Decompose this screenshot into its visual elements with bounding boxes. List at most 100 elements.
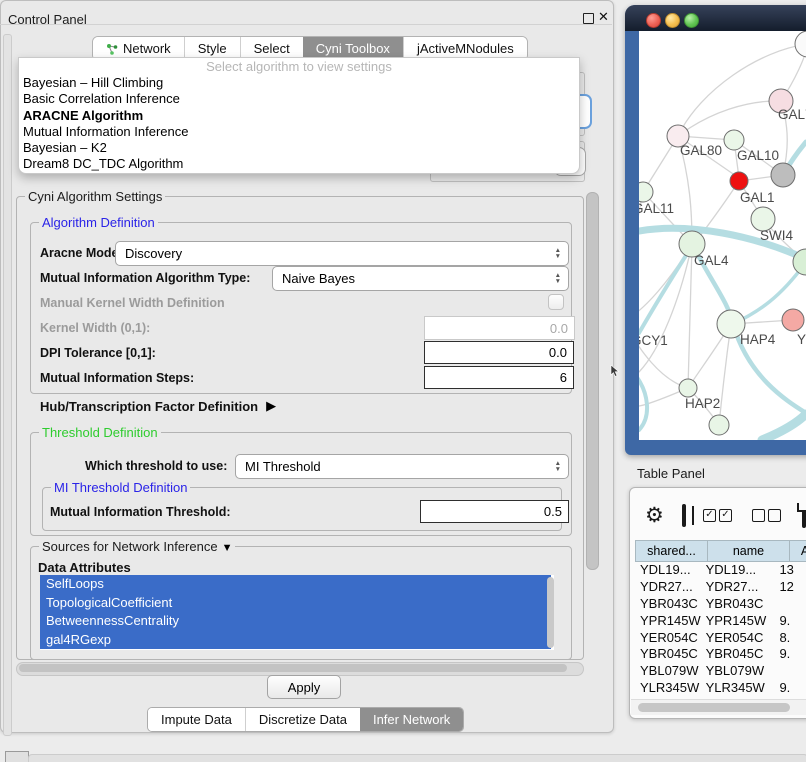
export-table-icon[interactable] [802, 503, 806, 528]
network-canvas[interactable]: GAL7GAL80GAL10GAL1GAL11SWI4GAL4GCY1HAP4Y… [639, 31, 806, 440]
attributes-scrollbar[interactable] [547, 577, 554, 648]
table-header-row: shared...nameA [635, 540, 806, 562]
table-cell: YER054C [701, 630, 775, 647]
minimized-panel-widget[interactable] [5, 751, 29, 762]
dpi-tolerance-field[interactable]: 0.0 [424, 341, 574, 364]
node-label-gal1: GAL1 [740, 190, 775, 205]
bottom-panel-strip [28, 754, 806, 762]
mi-steps-field[interactable]: 6 [424, 366, 574, 389]
column-header-name[interactable]: name [708, 540, 790, 562]
node-label-gal7: GAL7 [778, 107, 806, 122]
table-toolbar: ⚙ ✓ ✓ [629, 495, 806, 535]
close-window-icon[interactable]: ✕ [598, 9, 609, 25]
settings-hscrollbar-track[interactable] [16, 662, 584, 676]
which-threshold-label: Which threshold to use: [85, 459, 227, 473]
network-node[interactable] [639, 182, 653, 202]
table-row[interactable]: YPR145WYPR145W9. [635, 613, 806, 630]
dropdown-item-bayesian-hill-climbing[interactable]: Bayesian – Hill Climbing [19, 75, 579, 91]
table-row[interactable]: YER054CYER054C8. [635, 630, 806, 647]
table-cell: YBL079W [701, 663, 775, 680]
apply-button[interactable]: Apply [267, 675, 341, 699]
deselect-all-columns-icon[interactable] [752, 509, 784, 522]
checked-box-icon: ✓ [703, 509, 716, 522]
bottom-tab-infer-network[interactable]: Infer Network [360, 708, 463, 731]
attribute-item-betweennesscentrality[interactable]: BetweennessCentrality [40, 612, 551, 631]
bottom-tab-discretize-data[interactable]: Discretize Data [245, 708, 360, 731]
table-cell: YBR043C [635, 596, 701, 613]
table-cell: YBR043C [701, 596, 775, 613]
dropdown-item-dream8-dc-tdc-algorithm[interactable]: Dream8 DC_TDC Algorithm [19, 156, 579, 172]
table-cell: 12 [774, 579, 806, 596]
network-node[interactable] [679, 379, 697, 397]
aracne-mode-combobox[interactable]: Discovery ▲▼ [115, 241, 569, 266]
table-cell: YDL19... [635, 562, 701, 579]
float-window-icon[interactable] [583, 13, 594, 24]
hub-definition-toggle[interactable]: Hub/Transcription Factor Definition ▶ [40, 398, 276, 414]
dropdown-item-aracne-algorithm[interactable]: ARACNE Algorithm [19, 108, 579, 124]
select-all-columns-icon[interactable]: ✓ ✓ [703, 509, 735, 522]
mi-type-combobox[interactable]: Naive Bayes ▲▼ [272, 266, 569, 291]
attribute-item-gal4rgexp[interactable]: gal4RGexp [40, 631, 551, 650]
manual-kernel-checkbox[interactable] [548, 294, 564, 310]
algorithm-definition-title: Algorithm Definition [39, 215, 158, 230]
mac-close-button[interactable] [646, 13, 661, 28]
dropdown-item-mutual-information-inference[interactable]: Mutual Information Inference [19, 124, 579, 140]
mac-zoom-button[interactable] [684, 13, 699, 28]
settings-hscrollbar-thumb[interactable] [19, 664, 567, 672]
column-header-a[interactable]: A [790, 540, 806, 562]
cyni-settings-group-title: Cyni Algorithm Settings [25, 189, 165, 204]
node-label-gcy1: GCY1 [639, 333, 668, 348]
settings-vscrollbar-thumb[interactable] [586, 192, 599, 570]
attribute-item-topologicalcoefficient[interactable]: TopologicalCoefficient [40, 594, 551, 613]
network-node[interactable] [771, 163, 795, 187]
table-cell: YPR145W [701, 613, 775, 630]
kernel-width-label: Kernel Width (0,1): [40, 321, 150, 335]
table-cell: YDL19... [701, 562, 775, 579]
gear-icon[interactable]: ⚙ [645, 503, 664, 528]
table-cell: 9. [774, 613, 806, 630]
network-node[interactable] [730, 172, 748, 190]
table-row[interactable]: YBL079WYBL079W [635, 663, 806, 680]
node-label-gal80: GAL80 [680, 143, 722, 158]
algorithm-dropdown-popup: Select algorithm to view settings Bayesi… [18, 57, 580, 174]
table-hscrollbar-track[interactable] [631, 699, 806, 715]
mi-type-label: Mutual Information Algorithm Type: [40, 271, 250, 285]
algorithm-dropdown-placeholder: Select algorithm to view settings [19, 58, 579, 75]
data-attributes-list[interactable]: SelfLoopsTopologicalCoefficientBetweenne… [40, 575, 554, 650]
table-hscrollbar-thumb[interactable] [638, 703, 790, 712]
mac-minimize-button[interactable] [665, 13, 680, 28]
which-threshold-combobox[interactable]: MI Threshold ▲▼ [235, 454, 569, 479]
table-cell [774, 596, 806, 613]
table-row[interactable]: YBR043CYBR043C [635, 596, 806, 613]
mouse-cursor [610, 365, 620, 377]
network-node[interactable] [782, 309, 804, 331]
control-panel-title: Control Panel [8, 12, 87, 27]
table-cell: YDR27... [701, 579, 775, 596]
table-row[interactable]: YDR27...YDR27...12 [635, 579, 806, 596]
node-label-swi4: SWI4 [760, 228, 793, 243]
column-header-shared-[interactable]: shared... [635, 540, 708, 562]
table-row[interactable]: YDL19...YDL19...13 [635, 562, 806, 579]
attribute-item-selfloops[interactable]: SelfLoops [40, 575, 551, 594]
mi-threshold-field[interactable]: 0.5 [420, 500, 569, 523]
collapsed-arrow-icon: ▶ [266, 398, 276, 414]
attr-items: SelfLoopsTopologicalCoefficientBetweenne… [40, 575, 554, 649]
combo-stepper-icon: ▲▼ [555, 273, 561, 284]
node-label-gal11: GAL11 [639, 201, 674, 216]
table-row[interactable]: YBR045CYBR045C9. [635, 646, 806, 663]
table-cell: YBL079W [635, 663, 701, 680]
split-columns-icon[interactable] [682, 504, 686, 527]
bottom-tab-impute-data[interactable]: Impute Data [148, 708, 245, 731]
threshold-definition-title: Threshold Definition [39, 425, 161, 440]
network-node[interactable] [724, 130, 744, 150]
dropdown-item-bayesian-k2[interactable]: Bayesian – K2 [19, 140, 579, 156]
mi-steps-label: Mutual Information Steps: [40, 371, 194, 385]
table-row[interactable]: YLR345WYLR345W9. [635, 680, 806, 697]
table-panel-title: Table Panel [637, 466, 705, 481]
network-node[interactable] [709, 415, 729, 435]
network-node[interactable] [795, 31, 806, 57]
manual-kernel-label: Manual Kernel Width Definition [40, 296, 225, 310]
dropdown-item-basic-correlation-inference[interactable]: Basic Correlation Inference [19, 91, 579, 107]
checked-box-icon: ✓ [719, 509, 732, 522]
algorithm-dropdown-list: Bayesian – Hill ClimbingBasic Correlatio… [19, 75, 579, 173]
